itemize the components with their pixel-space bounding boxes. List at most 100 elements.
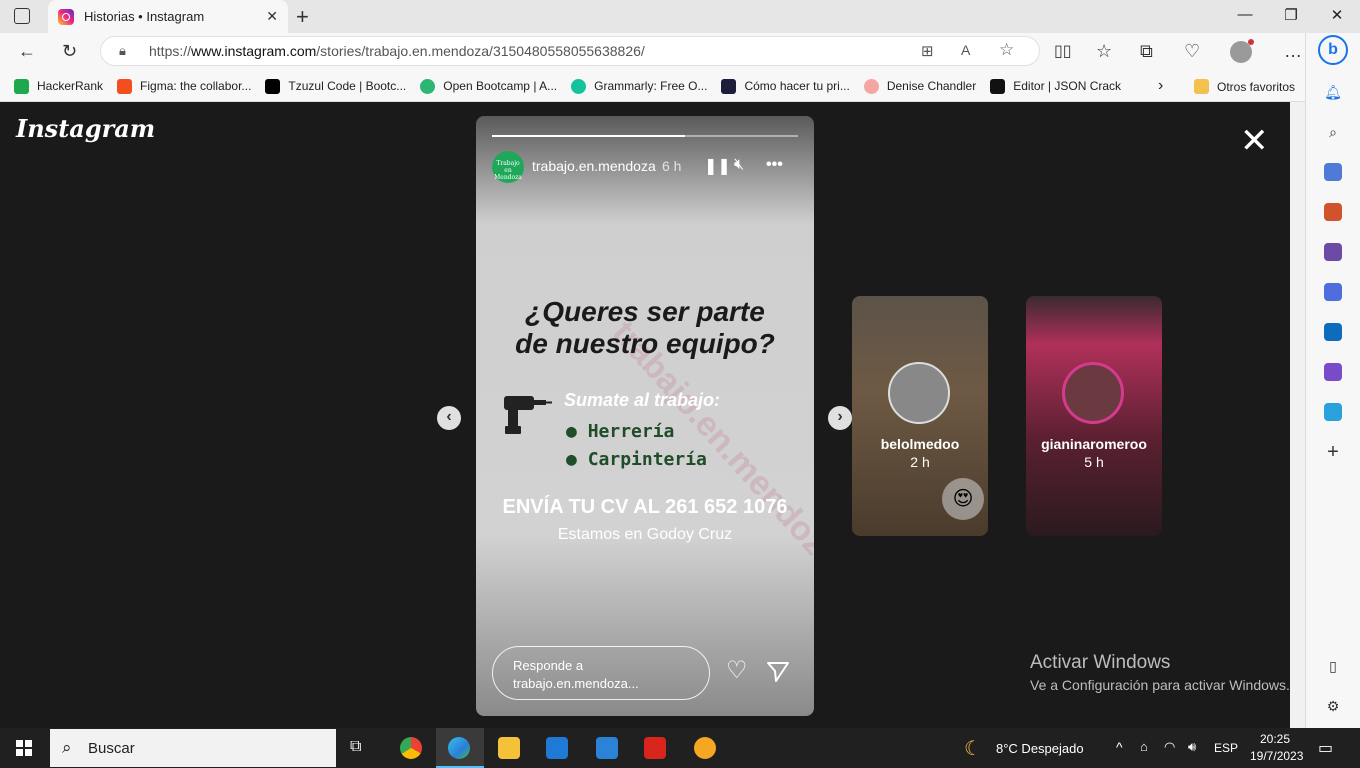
story-card[interactable]: Trabajo en Mendoza trabajo.en.mendoza 6 … <box>476 116 814 716</box>
bookmark-json-crack[interactable]: Editor | JSON Crack <box>990 78 1122 94</box>
clock-time[interactable]: 20:25 <box>1260 732 1290 746</box>
tools-icon[interactable] <box>1324 203 1342 221</box>
chrome-icon[interactable] <box>400 737 422 759</box>
bookmark-open-bootcamp[interactable]: Open Bootcamp | A... <box>420 78 557 94</box>
close-stories-icon[interactable]: ✕ <box>1240 124 1269 158</box>
thumbnail-username: gianinaromeroo <box>1041 436 1147 452</box>
mute-icon[interactable]: 🔇︎ <box>734 156 744 174</box>
new-tab-icon[interactable]: + <box>296 4 309 30</box>
tab-instagram[interactable]: Historias • Instagram ✕ <box>48 0 288 33</box>
read-aloud-icon[interactable]: A <box>961 42 970 58</box>
address-bar[interactable]: 🔒︎ https://www.instagram.com/stories/tra… <box>100 36 1040 66</box>
task-view-icon[interactable]: ⧉ <box>350 738 361 756</box>
site-icon <box>721 78 737 94</box>
windows-start-icon[interactable] <box>16 740 32 756</box>
previous-story-icon[interactable]: ‹ <box>437 406 461 430</box>
tab-close-icon[interactable]: ✕ <box>266 8 278 25</box>
tab-title: Historias • Instagram <box>84 9 205 24</box>
bookmark-tzuzul[interactable]: Tzuzul Code | Bootc... <box>265 78 407 94</box>
shopping-tag-icon[interactable] <box>1324 163 1342 181</box>
minimize-icon[interactable]: — <box>1222 6 1268 23</box>
story-headline: ¿Queres ser parte de nuestro equipo? <box>476 296 814 360</box>
microsoft365-icon[interactable] <box>1324 283 1342 301</box>
refresh-icon[interactable]: ↻ <box>62 41 77 62</box>
back-icon[interactable]: ← <box>18 41 36 62</box>
language-indicator[interactable]: ESP <box>1214 741 1238 755</box>
collections-icon[interactable]: ⧉ <box>1140 41 1153 62</box>
wifi-icon[interactable]: ◠ <box>1164 739 1175 755</box>
sumate-label: Sumate al trabajo: <box>564 390 721 410</box>
sidebar-toggle-icon[interactable]: ▯ <box>1324 657 1342 675</box>
settings-gear-icon[interactable]: ⚙ <box>1324 697 1342 715</box>
bookmark-figma[interactable]: Figma: the collabor... <box>117 78 251 94</box>
microsoft-store-icon[interactable] <box>546 737 568 759</box>
open-bootcamp-icon <box>420 78 436 94</box>
pause-icon[interactable]: ❚❚ <box>704 156 731 176</box>
story-thumbnail-gianinaromeroo[interactable]: gianinaromeroo 5 h <box>1026 296 1162 536</box>
instagram-favicon-icon <box>58 8 74 25</box>
search-icon: ⌕ <box>62 738 72 757</box>
more-options-icon[interactable]: ••• <box>766 156 783 174</box>
wps-office-icon[interactable] <box>644 737 666 759</box>
favorites-icon[interactable]: ☆ <box>1096 41 1112 62</box>
drill-icon <box>504 396 552 434</box>
bookmark-label: HackerRank <box>37 79 104 93</box>
bell-icon[interactable]: 🔔︎ <box>1324 83 1342 101</box>
search-icon[interactable]: ⌕ <box>1324 123 1342 141</box>
outlook-icon[interactable] <box>1324 323 1342 341</box>
page-scrollbar[interactable] <box>1290 102 1305 728</box>
bookmark-como-hacer[interactable]: Cómo hacer tu pri... <box>721 78 850 94</box>
like-heart-icon[interactable]: ♡ <box>726 656 748 685</box>
edge-icon[interactable] <box>448 737 470 759</box>
notifications-icon[interactable]: ▭ <box>1318 738 1333 758</box>
bookmark-hackerrank[interactable]: HackerRank <box>14 78 104 94</box>
hackerrank-icon <box>14 78 29 94</box>
instagram-logo[interactable]: Instagram <box>16 114 155 143</box>
weather-moon-icon[interactable]: ☾ <box>964 736 982 761</box>
more-menu-icon[interactable]: … <box>1284 41 1302 62</box>
bookmark-other-favorites[interactable]: Otros favoritos <box>1194 79 1295 94</box>
bookmark-denise-chandler[interactable]: Denise Chandler <box>863 78 976 94</box>
volume-icon[interactable]: 🔊︎ <box>1188 739 1196 755</box>
bookmark-grammarly[interactable]: Grammarly: Free O... <box>571 78 707 94</box>
reply-input[interactable]: Responde a trabajo.en.mendoza... <box>492 646 710 700</box>
split-screen-icon[interactable]: ▯▯ <box>1054 41 1072 61</box>
designer-icon[interactable] <box>1324 363 1342 381</box>
weather-text[interactable]: 8°C Despejado <box>996 741 1084 756</box>
add-icon[interactable]: + <box>1324 442 1342 462</box>
next-story-icon[interactable]: › <box>828 406 852 430</box>
chevron-right-icon[interactable]: › <box>1158 77 1163 95</box>
grammarly-icon <box>571 78 587 94</box>
send-icon[interactable] <box>1324 403 1342 421</box>
games-icon[interactable] <box>1324 243 1342 261</box>
story-username[interactable]: trabajo.en.mendoza <box>532 158 656 174</box>
job-label: Carpintería <box>587 449 707 470</box>
lock-icon[interactable]: 🔒︎ <box>119 43 126 59</box>
job-item-carpinteria: ● Carpintería <box>566 449 707 470</box>
vpn-icon[interactable] <box>694 737 716 759</box>
share-send-icon[interactable] <box>766 661 790 683</box>
figma-icon <box>117 78 133 94</box>
file-explorer-icon[interactable] <box>498 737 520 759</box>
restore-icon[interactable]: ❐ <box>1268 6 1314 24</box>
bookmark-label: Editor | JSON Crack <box>1013 79 1122 93</box>
window-close-icon[interactable]: ✕ <box>1314 6 1360 24</box>
tray-chevron-up-icon[interactable]: ^ <box>1116 739 1123 755</box>
mail-icon[interactable] <box>596 737 618 759</box>
favorite-star-icon[interactable]: ☆ <box>999 40 1014 60</box>
location-text: Estamos en Godoy Cruz <box>557 526 733 543</box>
story-avatar[interactable]: Trabajo en Mendoza <box>492 151 524 183</box>
tab-actions-icon[interactable] <box>14 8 30 24</box>
bing-chat-icon[interactable]: b <box>1318 35 1348 65</box>
activate-windows-title: Activar Windows <box>1030 652 1171 673</box>
network-icon[interactable]: ⌂ <box>1140 739 1148 754</box>
bookmark-label: Tzuzul Code | Bootc... <box>288 79 407 93</box>
apps-icon[interactable]: ⊞ <box>921 42 934 60</box>
denise-icon <box>863 78 879 94</box>
taskbar-search-input[interactable]: ⌕ Buscar <box>50 729 336 767</box>
clock-date[interactable]: 19/7/2023 <box>1250 749 1303 763</box>
browser-essentials-icon[interactable]: ♡ <box>1184 41 1200 62</box>
bookmark-label: Otros favoritos <box>1217 79 1296 94</box>
json-crack-icon <box>990 78 1006 94</box>
story-thumbnail-belolmedoo[interactable]: belolmedoo 2 h 😍 <box>852 296 988 536</box>
